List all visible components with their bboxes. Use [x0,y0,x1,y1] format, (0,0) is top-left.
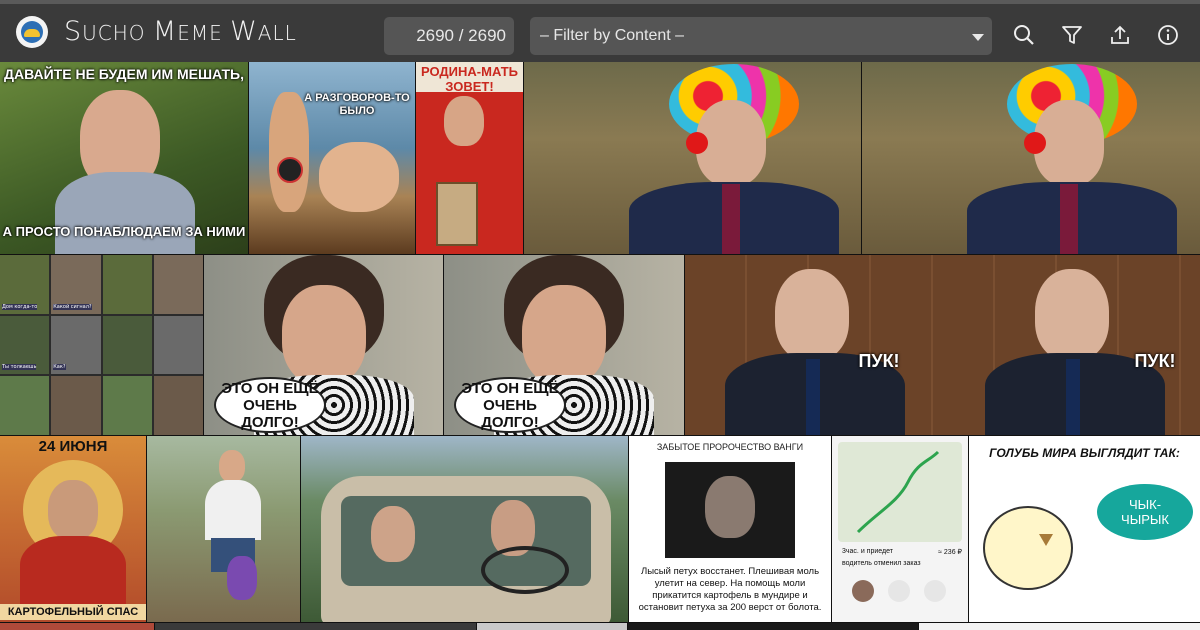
meme-text: Лысый петух восстанет. Плешивая моль уле… [638,566,822,613]
filter-icon [1062,26,1082,44]
taxi-status: водитель отменил заказ [842,560,921,567]
meme-tile[interactable] [155,623,476,630]
meme-caption-top: ДАВАЙТЕ НЕ БУДЕМ ИМ МЕШАТЬ, [4,66,244,82]
menu-icon [924,580,946,602]
putin-face [775,269,849,361]
meme-tile[interactable]: А РАЗГОВОРОВ-ТО БЫЛО [249,62,415,254]
grid-cell [102,315,152,375]
poster-face [444,96,484,146]
grid-cell [102,376,152,435]
meme-tile[interactable]: 24 ИЮНЯ КАРТОФЕЛЬНЫЙ СПАС [0,436,146,622]
speech-bubble: ЭТО ОН ЕЩЁ ОЧЕНЬ ДОЛГО! [454,377,566,433]
shirt [55,172,195,254]
meme-tile[interactable]: ЭТО ОН ЕЩЁ ОЧЕНЬ ДОЛГО! [444,255,684,435]
meme-tile[interactable] [477,623,627,630]
app-title: SUCHO MEME WALL [64,16,297,47]
tie [1060,184,1078,254]
bird-body [983,506,1073,590]
tie [722,184,740,254]
grid-cell [153,376,203,435]
tie [806,359,820,435]
grid-cell: Ты толкаешь [0,315,50,375]
grid-cell: Как? [51,315,101,375]
meme-grid: ДАВАЙТЕ НЕ БУДЕМ ИМ МЕШАТЬ, А ПРОСТО ПОН… [0,62,1200,630]
man-face [219,450,245,482]
meme-tile[interactable] [919,623,1200,630]
search-icon [1014,25,1034,45]
face-grid: Дом когда-то Какой сигнал? Ты толкаешь К… [0,255,203,435]
woman-face [282,285,366,385]
meme-caption: ПУК! [1134,351,1176,371]
taxi-map [838,442,962,542]
grid-cell [153,315,203,375]
meme-tile[interactable] [0,623,154,630]
grid-cell [51,376,101,435]
meme-tile[interactable]: 3час. и приедет ≈ 236 ₽ водитель отменил … [832,436,968,622]
meme-caption: ПУК! [858,351,900,371]
meme-caption: А РАЗГОВОРОВ-ТО БЫЛО [304,92,410,117]
grid-cell: Какой сигнал? [51,255,101,314]
upload-button[interactable] [1107,22,1133,48]
grid-cell [102,255,152,314]
meme-caption-top: 24 ИЮНЯ [38,438,108,455]
robe [20,536,126,608]
vanga-photo [665,462,795,558]
info-button[interactable] [1155,22,1181,48]
bird-beak-icon [1039,534,1053,546]
clown-nose-icon [1024,132,1046,154]
poster-oath-sheet [436,182,478,246]
filter-button[interactable] [1059,22,1085,48]
driver-avatar [852,580,874,602]
chevron-down-icon [972,34,984,41]
content-filter-select[interactable]: – Filter by Content – [530,17,992,55]
meme-tile[interactable]: ЗАБЫТОЕ ПРОРОЧЕСТВО ВАНГИ Лысый петух во… [629,436,831,622]
meme-tile[interactable]: ГОЛУБЬ МИРА ВЫГЛЯДИТ ТАК: ЧЫК-ЧЫРЫК [969,436,1200,622]
putin-face [1035,269,1109,361]
meme-caption-bottom: А ПРОСТО ПОНАБЛЮДАЕМ ЗА НИМИ [2,224,246,239]
tie [1066,359,1080,435]
painting-figure [319,142,399,212]
meme-tile[interactable] [147,436,300,622]
meme-tile[interactable] [524,62,861,254]
logo-emblem-icon [21,21,43,43]
route-line [856,450,940,534]
potato-bag [227,556,257,600]
meme-tile[interactable]: ДАВАЙТЕ НЕ БУДЕМ ИМ МЕШАТЬ, А ПРОСТО ПОН… [0,62,248,254]
meme-title: ЗАБЫТОЕ ПРОРОЧЕСТВО ВАНГИ [656,442,804,452]
meme-tile[interactable]: Дом когда-то Какой сигнал? Ты толкаешь К… [0,255,203,435]
filter-placeholder: – Filter by Content – [540,27,685,44]
meme-title: ГОЛУБЬ МИРА ВЫГЛЯДИТ ТАК: [989,446,1180,460]
wagner-badge-icon [277,157,303,183]
woman-face [522,285,606,385]
grid-cell [0,376,50,435]
sucho-logo[interactable] [16,16,48,48]
speech-bubble: ЭТО ОН ЕЩЁ ОЧЕНЬ ДОЛГО! [214,377,326,433]
call-icon [888,580,910,602]
meme-caption-bottom: КАРТОФЕЛЬНЫЙ СПАС [0,604,146,620]
meme-tile[interactable]: ПУК! ПУК! [685,255,1200,435]
speech-bubble: ЧЫК-ЧЫРЫК [1097,484,1193,540]
meme-caption: РОДИНА-МАТЬ ЗОВЕТ! [420,64,518,94]
grid-cell: Дом когда-то [0,255,50,314]
grid-cell [153,255,203,314]
search-button[interactable] [1011,22,1037,48]
passenger-face [371,506,415,562]
top-bar: SUCHO MEME WALL 2690 / 2690 – Filter by … [0,0,1200,62]
meme-tile[interactable] [301,436,628,622]
meme-counter[interactable]: 2690 / 2690 [384,17,514,55]
white-shirt [205,480,261,540]
icon-face [48,480,98,540]
taxi-eta-row: 3час. и приедет ≈ 236 ₽ [842,548,962,556]
meme-tile[interactable]: РОДИНА-МАТЬ ЗОВЕТ! [416,62,523,254]
meme-tile[interactable] [628,623,918,630]
info-icon [1158,25,1178,45]
meme-tile[interactable]: ЭТО ОН ЕЩЁ ОЧЕНЬ ДОЛГО! [204,255,443,435]
upload-icon [1111,25,1129,44]
steering-wheel-icon [481,546,569,594]
clown-nose-icon [686,132,708,154]
meme-tile[interactable] [862,62,1200,254]
